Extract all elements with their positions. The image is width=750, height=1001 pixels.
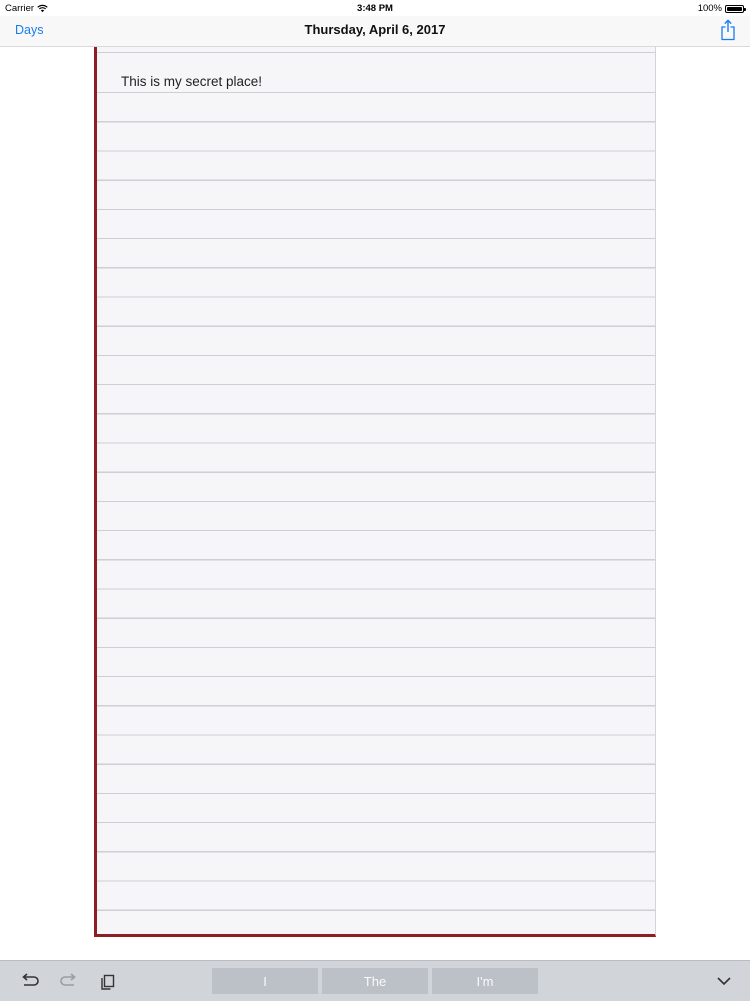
journal-page-area: This is my secret place! <box>0 47 750 960</box>
journal-entry-text[interactable]: This is my secret place! <box>121 74 641 89</box>
undo-icon[interactable] <box>19 971 39 991</box>
notebook-page[interactable]: This is my secret place! <box>94 47 656 937</box>
battery-icon <box>725 4 746 13</box>
keyboard-shortcut-bar: I The I'm <box>0 960 750 1001</box>
status-bar: Carrier 3:48 PM 100% <box>0 0 750 16</box>
suggestion-1[interactable]: I <box>212 968 318 994</box>
suggestion-3[interactable]: I'm <box>432 968 538 994</box>
status-time: 3:48 PM <box>357 3 393 14</box>
chevron-down-icon[interactable] <box>714 971 734 991</box>
share-icon[interactable] <box>720 19 736 41</box>
battery-label: 100% <box>697 3 722 14</box>
battery-indicator: 100% <box>697 3 746 14</box>
paste-icon[interactable] <box>98 971 118 991</box>
page-title: Thursday, April 6, 2017 <box>304 22 446 37</box>
navigation-bar: Days Thursday, April 6, 2017 <box>0 16 750 47</box>
redo-icon[interactable] <box>59 971 79 991</box>
suggestion-2[interactable]: The <box>322 968 428 994</box>
